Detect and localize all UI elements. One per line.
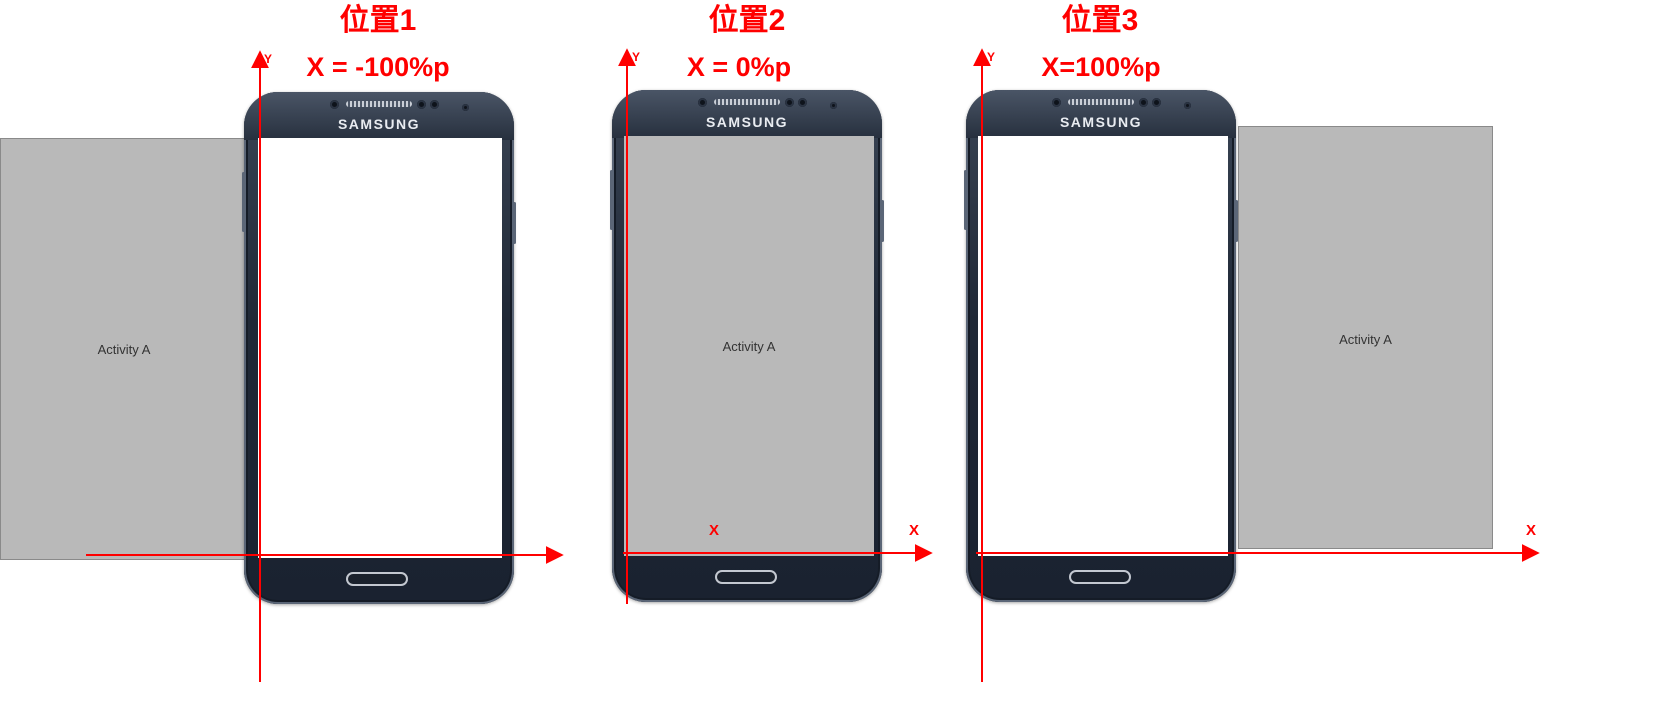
coordinate-axes [86, 48, 1540, 682]
x-axis-label-2: X [909, 522, 920, 539]
y-axis-label-1: Y [264, 52, 273, 66]
y-axis-label-3: Y [987, 50, 996, 64]
y-axis-label-2: Y [632, 50, 641, 64]
x-marker-label-2: X [709, 522, 720, 539]
x-axis-label-3: X [1526, 522, 1537, 539]
